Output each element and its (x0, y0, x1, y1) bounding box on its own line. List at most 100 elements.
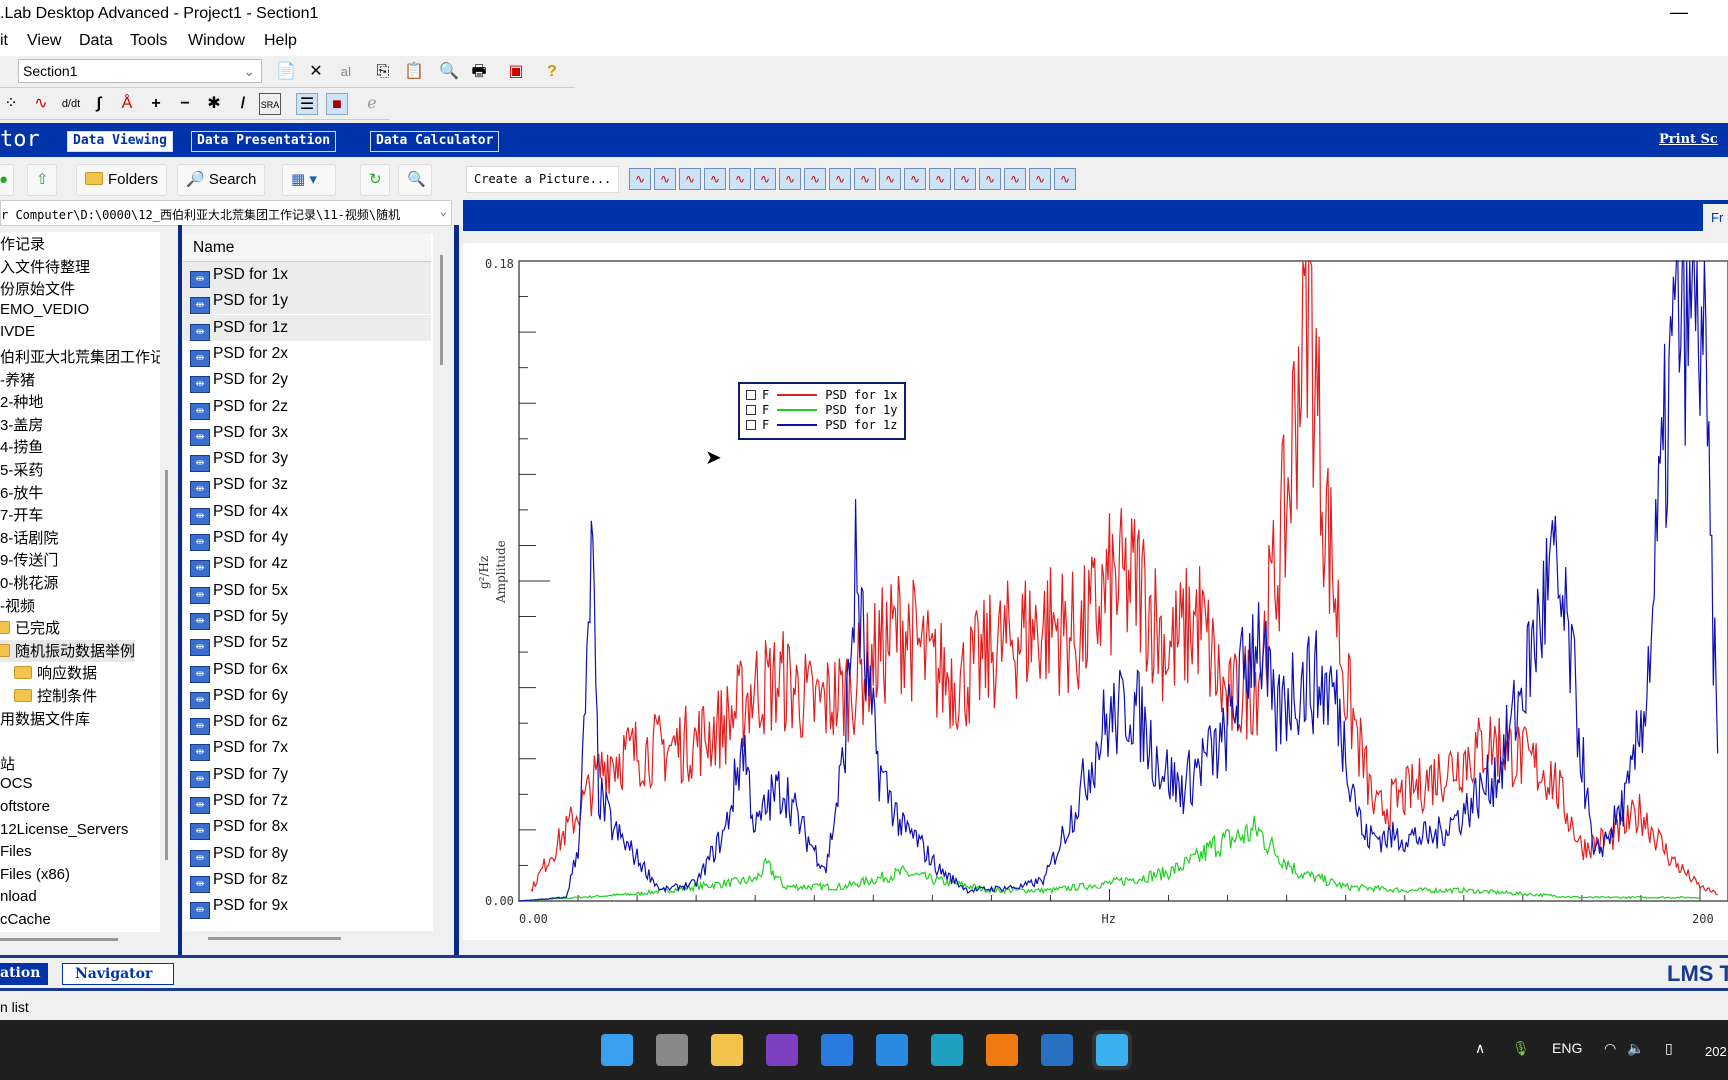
tree-item[interactable]: 份原始文件 (0, 278, 75, 300)
onenote-icon[interactable] (766, 1034, 798, 1066)
list-item[interactable]: ⇹ PSD for 8y (183, 841, 431, 867)
mail-icon[interactable] (876, 1034, 908, 1066)
tree-item[interactable]: IVDE (0, 323, 35, 345)
tree-item[interactable]: 站 (0, 753, 15, 775)
tree-item[interactable]: 0-桃花源 (0, 572, 58, 594)
list-item[interactable]: ⇹ PSD for 3y (183, 446, 431, 473)
column-header-name[interactable]: Name (183, 234, 431, 262)
tree-item[interactable]: 4-捞鱼 (0, 436, 43, 458)
tree-item[interactable]: 控制条件 (14, 685, 97, 707)
cursor-chart-icon[interactable]: ∿ (979, 168, 1001, 190)
forward-icon[interactable]: ● (0, 164, 14, 196)
value-chart-icon[interactable]: ∿ (929, 168, 951, 190)
list-item[interactable]: ⇹ PSD for 8x (183, 814, 431, 841)
tree-item[interactable]: Files (x86) (0, 866, 70, 888)
menu-tools[interactable]: Tools (130, 32, 167, 50)
checkbox[interactable] (746, 390, 756, 400)
overlay-chart-icon[interactable]: ∿ (679, 168, 701, 190)
tree-item[interactable]: 12License_Servers (0, 821, 128, 843)
todo-icon[interactable] (821, 1034, 853, 1066)
web-icon[interactable]: ℯ (361, 93, 383, 115)
divide-icon[interactable]: / (232, 93, 254, 115)
battery-icon[interactable]: ▯ (1665, 1040, 1673, 1057)
tree-item[interactable]: 6-放牛 (0, 482, 43, 504)
list-item[interactable]: ⇹ PSD for 5z (183, 630, 431, 657)
tree-item[interactable]: 随机振动数据举例 (0, 639, 136, 662)
save-icon[interactable]: ■ (326, 93, 348, 115)
legend-entry[interactable]: F PSD for 1x (746, 388, 897, 403)
tree-item[interactable]: 3-盖房 (0, 414, 43, 436)
list-item[interactable]: ⇹ PSD for 3z (183, 472, 431, 499)
list-item[interactable]: ⇹ PSD for 2z (183, 394, 431, 420)
tab-presentation[interactable]: ation (0, 963, 49, 985)
checkbox[interactable] (746, 405, 756, 415)
tree-item[interactable]: 伯利亚大北荒集团工作记 (0, 346, 160, 368)
section-select[interactable]: Section1 ⌄ (18, 59, 262, 83)
annotate-icon[interactable]: Å (116, 93, 138, 115)
scatter-icon[interactable]: ⁘ (0, 93, 22, 115)
notepad-icon[interactable] (1041, 1034, 1073, 1066)
list-item[interactable]: ⇹ PSD for 6x (183, 657, 431, 683)
tree-item[interactable]: cCache (0, 911, 51, 932)
find-icon[interactable]: 🔍 (398, 164, 432, 196)
volume-icon[interactable]: 🔈 (1627, 1040, 1644, 1057)
matrix-chart-icon[interactable]: ∿ (954, 168, 976, 190)
list-item[interactable]: ⇹ PSD for 5y (183, 604, 431, 630)
tree-hscrollbar[interactable] (0, 938, 118, 941)
legend-entry[interactable]: F PSD for 1y (746, 403, 897, 418)
microphone-icon[interactable]: 🎙 (1512, 1040, 1530, 1057)
list-item[interactable]: ⇹ PSD for 7z (183, 788, 431, 814)
tree-item[interactable]: -视频 (0, 595, 35, 617)
polar-chart-icon[interactable]: ∿ (754, 168, 776, 190)
multiply-icon[interactable]: ✱ (203, 93, 225, 115)
list-item[interactable]: ⇹ PSD for 8z (183, 867, 431, 893)
tab-frequency[interactable]: Fr (1703, 204, 1728, 231)
list-item[interactable]: ⇹ PSD for 6y (183, 683, 431, 709)
list-item[interactable]: ⇹ PSD for 7y (183, 762, 431, 788)
layout-icon[interactable]: ▣ (505, 61, 527, 83)
colormap-chart-icon[interactable]: ∿ (829, 168, 851, 190)
tree-item[interactable]: -养猪 (0, 369, 35, 391)
minus-icon[interactable]: − (174, 93, 196, 115)
list-item[interactable]: ⇹ PSD for 1x (183, 262, 431, 288)
tree-item[interactable]: 7-开车 (0, 504, 43, 526)
clock[interactable]: 202 (1705, 1044, 1727, 1059)
bode-chart-icon[interactable]: ∿ (654, 168, 676, 190)
help-icon[interactable]: ? (541, 61, 563, 83)
tree-item[interactable]: Files (0, 843, 32, 865)
create-picture-button[interactable]: Create a Picture... (466, 166, 620, 193)
sra-icon[interactable]: SRA (259, 93, 281, 115)
start-icon[interactable] (601, 1034, 633, 1066)
nyquist-chart-icon[interactable]: ∿ (729, 168, 751, 190)
list-view-icon[interactable]: ☰ (296, 93, 318, 115)
path-field[interactable]: r Computer\D:\0000\12_西伯利亚大北荒集团工作记录\11-视… (0, 200, 452, 226)
menu-help[interactable]: Help (264, 32, 297, 50)
tree-item[interactable]: EMO_VEDIO (0, 301, 89, 323)
splitter[interactable] (454, 225, 459, 955)
rename-icon[interactable]: aI (335, 61, 357, 83)
tree-item[interactable]: 响应数据 (14, 662, 97, 684)
checkbox[interactable] (746, 420, 756, 430)
tree-item[interactable]: 9-传送门 (0, 549, 58, 571)
list-item[interactable]: ⇹ PSD for 4x (183, 499, 431, 525)
legend-entry[interactable]: F PSD for 1z (746, 418, 897, 433)
line-chart-icon[interactable]: ∿ (629, 168, 651, 190)
menu-view[interactable]: View (27, 32, 61, 50)
curve-icon[interactable]: ∿ (30, 93, 52, 115)
tree-item[interactable]: OCS (0, 775, 33, 797)
marker-chart-icon[interactable]: ∿ (1029, 168, 1051, 190)
tree-item[interactable]: oftstore (0, 798, 50, 820)
menu-window[interactable]: Window (188, 32, 245, 50)
list-item[interactable]: ⇹ PSD for 4y (183, 525, 431, 551)
wifi-icon[interactable]: ◠ (1604, 1040, 1616, 1057)
tab-navigator[interactable]: Navigator (62, 963, 174, 985)
3d-chart-icon[interactable]: ∿ (854, 168, 876, 190)
list-item[interactable]: ⇹ PSD for 7x (183, 735, 431, 762)
task-view-icon[interactable] (656, 1034, 688, 1066)
info-chart-icon[interactable]: ∿ (1054, 168, 1076, 190)
edge-icon[interactable] (931, 1034, 963, 1066)
tab-data-presentation[interactable]: Data Presentation (191, 131, 337, 152)
derivative-icon[interactable]: d/dt (60, 93, 82, 115)
copy-icon[interactable]: ⎘ (372, 61, 394, 83)
bar-chart-icon[interactable]: ∿ (804, 168, 826, 190)
